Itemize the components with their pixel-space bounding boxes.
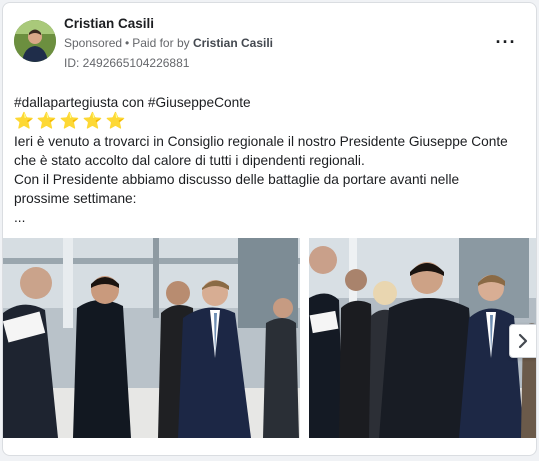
carousel-next-button[interactable]	[509, 324, 536, 358]
hashtags: #dallapartegiusta con #GiuseppeConte	[14, 95, 251, 110]
star-icon: ⭐	[105, 113, 126, 130]
post-line: ...	[14, 210, 26, 225]
sponsored-line: Sponsored • Paid for by Cristian Casili	[64, 36, 273, 50]
library-id: ID: 2492665104226881	[64, 56, 190, 70]
image-carousel	[3, 238, 536, 438]
post-line: che è stato accolto dal calore di tutti …	[14, 153, 365, 168]
paid-for-name: Cristian Casili	[192, 36, 273, 50]
more-options-button[interactable]: ···	[493, 29, 519, 55]
more-horizontal-icon: ···	[495, 32, 517, 52]
star-icon: ⭐	[59, 113, 80, 130]
star-rating: ⭐ ⭐ ⭐ ⭐ ⭐	[14, 112, 529, 132]
carousel-photo[interactable]	[3, 238, 300, 438]
carousel-photo[interactable]	[309, 238, 536, 438]
page-name[interactable]: Cristian Casili	[64, 16, 154, 31]
star-icon: ⭐	[82, 113, 103, 130]
separator: •	[125, 36, 130, 50]
post-text: #dallapartegiusta con #GiuseppeConte ⭐ ⭐…	[14, 93, 529, 227]
star-icon: ⭐	[14, 113, 34, 130]
chevron-right-icon	[518, 333, 528, 349]
star-icon: ⭐	[36, 113, 57, 130]
post-line: Ieri è venuto a trovarci in Consiglio re…	[14, 134, 508, 149]
paid-for-prefix: Paid for by	[132, 36, 190, 50]
post-line: Con il Presidente abbiamo discusso delle…	[14, 172, 460, 187]
post-line: prossime settimane:	[14, 191, 137, 206]
ad-card: Cristian Casili Sponsored • Paid for by Cr…	[2, 2, 537, 456]
page-avatar[interactable]	[14, 20, 56, 62]
sponsored-label: Sponsored	[64, 36, 123, 50]
